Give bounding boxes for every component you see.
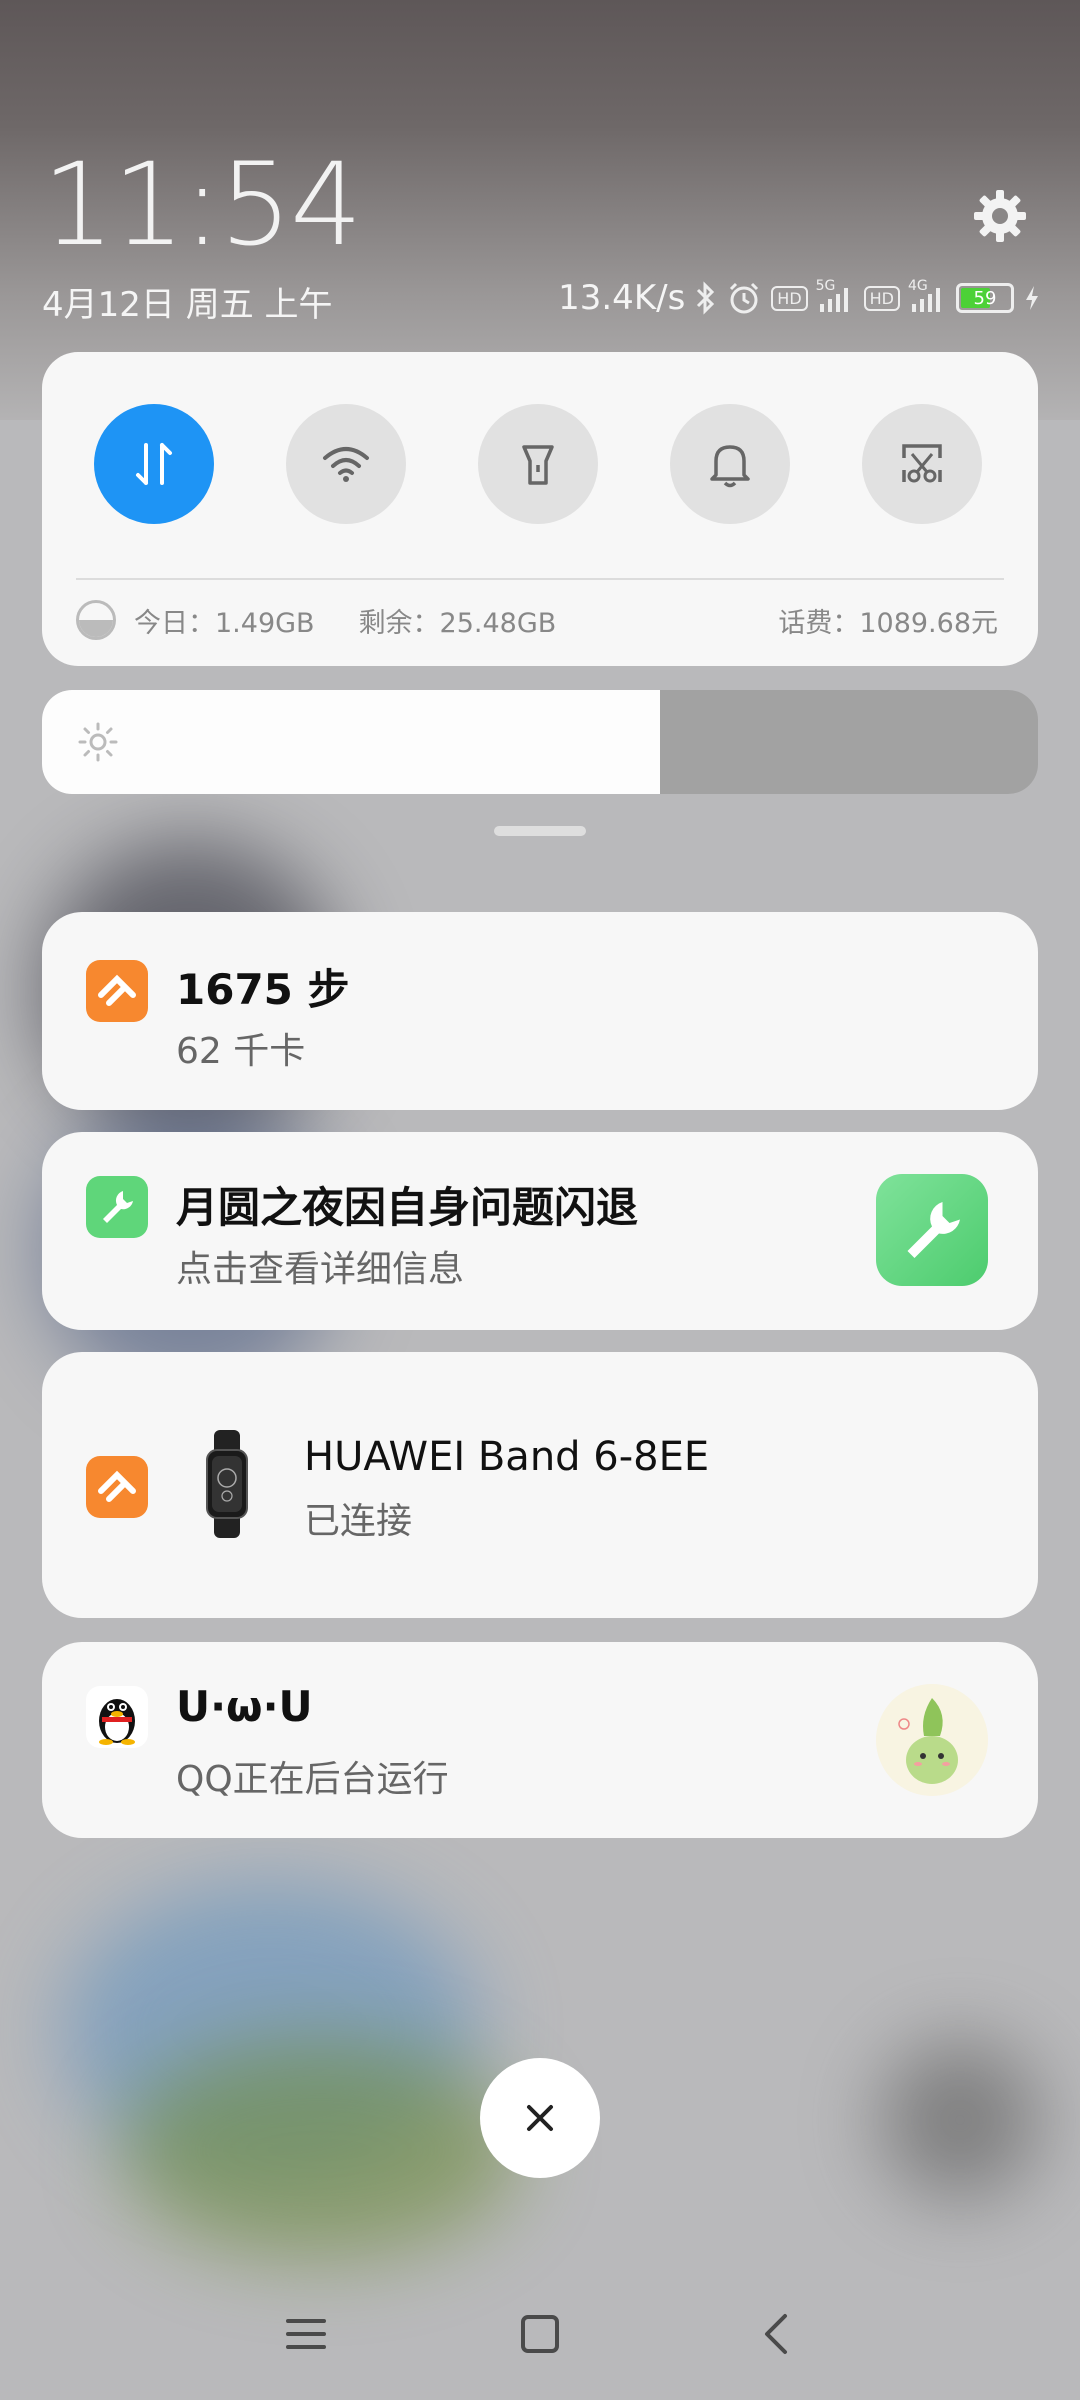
data-arrows-icon	[136, 443, 172, 485]
data-usage-icon	[76, 600, 116, 640]
notification-subtitle: QQ正在后台运行	[176, 1759, 449, 1800]
notification-subtitle: 62 千卡	[176, 1031, 306, 1072]
huawei-health-icon	[86, 1456, 148, 1518]
alarm-icon	[727, 281, 761, 315]
screenshot-scissors-icon	[902, 444, 942, 483]
repair-tool-icon	[86, 1176, 148, 1238]
notification-subtitle: 点击查看详细信息	[176, 1249, 465, 1290]
today-usage: 今日：1.49GB	[134, 607, 315, 639]
bluetooth-icon	[695, 281, 717, 315]
brightness-fill	[42, 690, 660, 794]
flashlight-icon	[522, 445, 554, 485]
brightness-slider[interactable]	[42, 690, 1038, 794]
ringer-toggle[interactable]	[670, 404, 790, 524]
menu-icon	[286, 2319, 326, 2349]
flashlight-toggle[interactable]	[478, 404, 598, 524]
data-usage-row[interactable]: 今日：1.49GB 剩余：25.48GB 话费：1089.68元	[76, 600, 998, 640]
clock-time: 11:54	[42, 138, 363, 271]
notification-crash-report[interactable]: 月圆之夜因自身问题闪退 点击查看详细信息	[42, 1132, 1038, 1330]
signal-icon: 5G	[816, 278, 854, 312]
notification-subtitle: 已连接	[304, 1501, 413, 1542]
nav-home-button[interactable]	[510, 2304, 570, 2364]
hd-badge-2: HD	[863, 285, 900, 311]
divider	[76, 578, 1004, 580]
mobile-data-toggle[interactable]	[94, 404, 214, 524]
close-icon	[527, 2105, 553, 2131]
notification-title: 月圆之夜因自身问题闪退	[176, 1183, 639, 1232]
date-label: 4月12日 周五 上午	[42, 285, 333, 325]
wifi-icon	[323, 447, 369, 482]
clear-all-button[interactable]	[480, 2058, 600, 2178]
notification-title: HUAWEI Band 6-8EE	[304, 1434, 710, 1480]
sim2-network-type: 4G	[908, 278, 928, 294]
notification-title: U·ω·U	[176, 1682, 313, 1731]
remaining-data: 剩余：25.48GB	[358, 607, 557, 639]
hd-badge-1: HD	[771, 285, 808, 311]
back-chevron-icon	[765, 2314, 787, 2354]
battery-level: 59	[973, 287, 997, 309]
screenshot-toggle[interactable]	[862, 404, 982, 524]
notification-band-connected[interactable]: HUAWEI Band 6-8EE 已连接	[42, 1352, 1038, 1618]
notification-title: 1675 步	[176, 965, 350, 1014]
brightness-sun-icon	[78, 722, 118, 762]
quick-settings-panel: 今日：1.49GB 剩余：25.48GB 话费：1089.68元	[42, 352, 1038, 666]
navigation-bar	[0, 2300, 1080, 2380]
panel-drag-handle[interactable]	[494, 826, 586, 836]
huawei-health-icon	[86, 960, 148, 1022]
notification-qq-background[interactable]: U·ω·U QQ正在后台运行	[42, 1642, 1038, 1838]
wifi-toggle[interactable]	[286, 404, 406, 524]
phone-balance: 话费：1089.68元	[778, 607, 998, 639]
repair-tool-large-icon	[876, 1174, 988, 1286]
net-speed: 13.4K/s	[558, 278, 686, 318]
signal-icon-2: 4G	[908, 278, 946, 312]
sim1-network-type: 5G	[815, 278, 836, 294]
notification-health-steps[interactable]: 1675 步 62 千卡	[42, 912, 1038, 1110]
charging-icon	[1024, 284, 1040, 312]
bell-icon	[710, 445, 750, 488]
nav-menu-button[interactable]	[276, 2304, 336, 2364]
status-icons: 13.4K/s HD 5G HD 4G 59	[558, 278, 1040, 318]
settings-gear-icon[interactable]	[972, 188, 1028, 244]
qq-penguin-icon	[86, 1686, 148, 1748]
home-square-icon	[521, 2315, 559, 2353]
smart-band-image	[204, 1430, 250, 1538]
battery-indicator: 59	[956, 283, 1014, 313]
nav-back-button[interactable]	[746, 2304, 806, 2364]
user-avatar	[876, 1684, 988, 1796]
